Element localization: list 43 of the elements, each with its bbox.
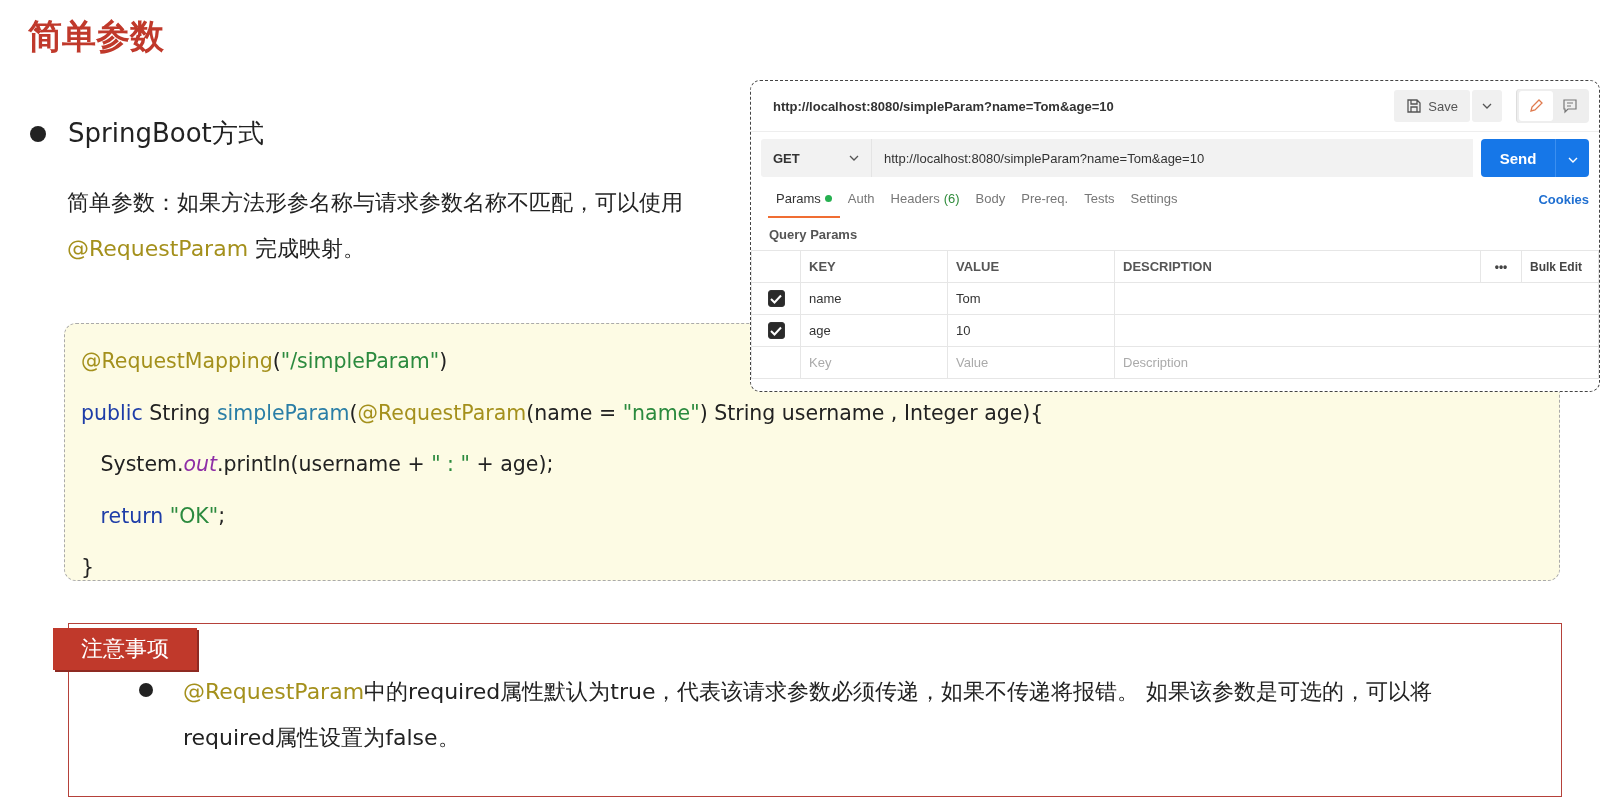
tab[interactable]: Tests [1076,180,1123,218]
code-line: System.out.println(username + " : " + age); [99,451,554,478]
method-dropdown[interactable]: GET [761,139,871,177]
save-options-button[interactable] [1472,90,1502,122]
note-text: @RequestParam中的required属性默认为true，代表该请求参数必须传递，如果不传递将报错。 如果该参数是可选的，可以将required属性设置为false。 [183,678,1434,752]
table-cell: name [800,282,948,315]
bullet-dot [139,683,153,697]
save-icon [1406,98,1423,114]
tab[interactable]: Pre-req. [1013,180,1077,218]
cookies-link[interactable]: Cookies [1538,191,1589,207]
caret-icon [1567,156,1578,163]
code-line: return "OK"; [99,502,226,530]
tab[interactable]: Settings [1122,180,1186,218]
paragraph: 简单参数：如果方法形参名称与请求参数名称不匹配，可以使用 @RequestParam 完成映射。 [67,189,684,263]
table-cell: age [800,314,948,347]
comment-icon [1562,98,1578,114]
table-cell: 10 [947,314,1115,347]
table-cell: Tom [947,282,1115,315]
tab[interactable]: Headers (6) [882,180,968,218]
code-line: public String simpleParam(@RequestParam(name = "name") String username , Integer age){ [81,399,1044,427]
caret-icon [1482,103,1492,109]
url-field[interactable]: http://localhost:8080/simpleParam?name=Tom&age=10 [871,139,1473,177]
caret-icon [849,155,859,161]
slide-title: 简单参数 [28,15,164,58]
bullet-heading: SpringBoot方式 [68,117,264,150]
code-line: } [81,554,95,581]
column-header: VALUE [947,250,1115,283]
tab[interactable]: Params [768,180,840,218]
tab[interactable]: Body [967,180,1014,218]
more-button[interactable]: ••• [1494,260,1508,274]
bullet-dot [30,125,46,142]
column-header: KEY [800,250,948,283]
request-title: http://localhost:8080/simpleParam?name=Tom&age=10 [773,98,1115,114]
column-header: DESCRIPTION [1114,250,1481,283]
edit-button[interactable] [1519,91,1553,121]
tab[interactable]: Auth [839,180,883,218]
pencil-icon [1528,98,1544,114]
save-button[interactable]: Save [1394,90,1470,122]
note-tag: 注意事项 [53,628,197,670]
checkbox[interactable] [767,322,785,340]
code-line: @RequestMapping("/simpleParam") [81,348,448,375]
checkbox[interactable] [767,290,785,308]
section-label: Query Params [768,226,859,244]
